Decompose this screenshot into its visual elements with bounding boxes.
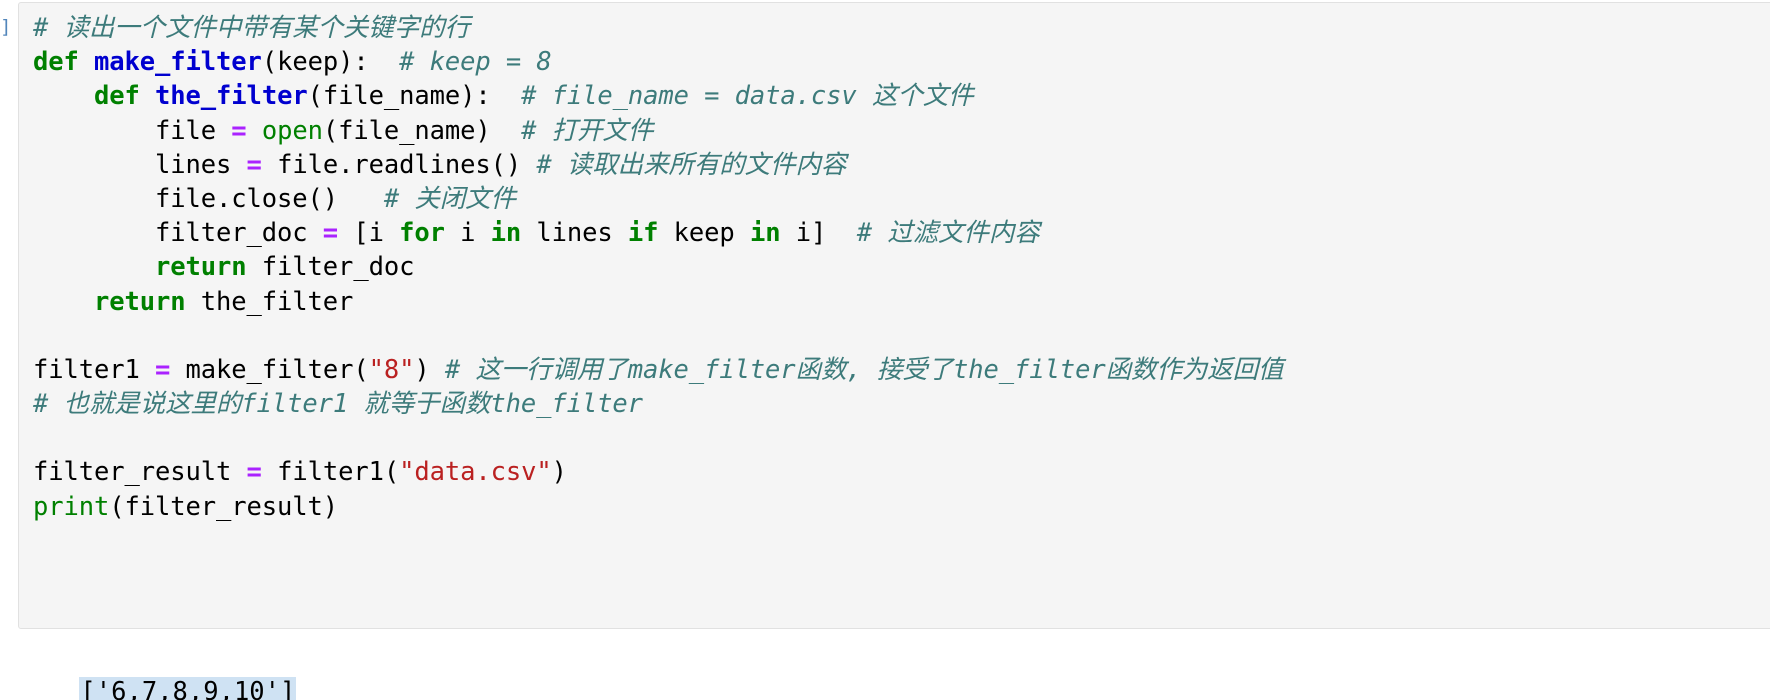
code-token-kw: in xyxy=(749,218,781,249)
code-token-kw: for xyxy=(399,218,445,249)
code-line: def the_filter(file_name): # file_name =… xyxy=(33,79,1770,113)
code-token-cmt: # file_name = data.csv 这个文件 xyxy=(521,81,974,112)
code-token-plain: ) xyxy=(551,457,567,488)
code-line: return the_filter xyxy=(33,285,1770,319)
code-line: return filter_doc xyxy=(33,250,1770,284)
code-token-plain: filter_result xyxy=(33,457,247,488)
code-token-plain: (file_name): xyxy=(307,81,522,112)
code-token-plain: keep xyxy=(658,218,750,249)
code-token-plain: file xyxy=(33,115,232,146)
code-token-plain: [i xyxy=(338,218,400,249)
code-token-plain: lines xyxy=(521,218,628,249)
code-token-fn: the_filter xyxy=(155,81,308,112)
code-line: print(filter_result) xyxy=(33,490,1770,524)
code-line: # 读出一个文件中带有某个关键字的行 xyxy=(33,11,1770,45)
code-line: filter_doc = [i for i in lines if keep i… xyxy=(33,216,1770,250)
code-token-op: = xyxy=(246,457,262,488)
code-token-plain: (keep): xyxy=(261,47,400,78)
code-token-kw: return xyxy=(155,252,247,283)
code-token-op: = xyxy=(231,115,247,146)
code-token-plain: filter1 xyxy=(33,354,156,385)
code-token-plain: lines xyxy=(33,149,247,180)
code-token-kw: if xyxy=(627,218,659,249)
code-token-op: = xyxy=(322,218,339,249)
code-token-cmt: # 打开文件 xyxy=(521,115,654,146)
code-token-cmt: # 读出一个文件中带有某个关键字的行 xyxy=(33,13,470,43)
code-token-plain: filter_doc xyxy=(246,252,415,283)
code-line: lines = file.readlines() # 读取出来所有的文件内容 xyxy=(33,148,1770,182)
code-token-fn: make_filter xyxy=(94,47,262,78)
code-token-cmt: # 也就是说这里的filter1 就等于函数the_filter xyxy=(33,389,643,420)
code-editor[interactable]: # 读出一个文件中带有某个关键字的行 def make_filter(keep):… xyxy=(19,3,1770,532)
code-token-cmt: # keep = 8 xyxy=(399,47,552,78)
code-line: # 也就是说这里的filter1 就等于函数the_filter xyxy=(33,387,1770,421)
code-token-cmt: # 这一行调用了make_filter函数, 接受了the_filter函数作为… xyxy=(444,354,1284,385)
code-line: filter_result = filter1("data.csv") xyxy=(33,455,1770,489)
code-token-op: = xyxy=(155,354,171,385)
code-token-cmt: # 过滤文件内容 xyxy=(856,218,1040,249)
code-token-plain: filter_doc xyxy=(33,218,323,249)
code-token-plain: filter1( xyxy=(261,457,400,488)
notebook-cell-view: ]: # 读出一个文件中带有某个关键字的行def make_filter(kee… xyxy=(0,0,1770,700)
cell-output-area[interactable]: ['6,7,8,9,10'] xyxy=(18,641,297,700)
code-token-str: "8" xyxy=(368,354,415,385)
cell-input-prompt: ]: xyxy=(0,16,14,38)
code-token-plain: i xyxy=(444,218,491,249)
code-token-op: = xyxy=(246,149,262,180)
code-token-plain: file.readlines() xyxy=(261,149,537,180)
code-token-plain: file.close() xyxy=(33,183,384,214)
code-cell[interactable]: # 读出一个文件中带有某个关键字的行 def make_filter(keep):… xyxy=(18,2,1770,629)
code-line: def make_filter(keep): # keep = 8 xyxy=(33,45,1770,79)
code-token-kw: def xyxy=(94,81,140,112)
output-text: ['6,7,8,9,10'] xyxy=(79,677,297,700)
code-token-str: "data.csv" xyxy=(399,457,552,488)
code-token-plain: (file_name) xyxy=(322,115,522,146)
code-token-cmt: # 关闭文件 xyxy=(383,183,516,214)
code-token-plain: i] xyxy=(780,218,857,249)
code-token-plain: (filter_result) xyxy=(109,491,339,522)
code-token-plain: ) xyxy=(414,354,445,385)
code-token-builtin: open xyxy=(261,115,323,146)
code-token-builtin: print xyxy=(33,491,110,522)
code-token-plain: the_filter xyxy=(185,286,354,317)
code-token-kw: def xyxy=(33,47,79,78)
code-line: file = open(file_name) # 打开文件 xyxy=(33,114,1770,148)
code-token-plain: make_filter( xyxy=(170,354,369,385)
code-token-cmt: # 读取出来所有的文件内容 xyxy=(536,149,847,180)
code-token-kw: return xyxy=(94,286,186,317)
code-token-kw: in xyxy=(490,218,522,249)
code-line: filter1 = make_filter("8") # 这一行调用了make_… xyxy=(33,353,1770,387)
code-line: file.close() # 关闭文件 xyxy=(33,182,1770,216)
